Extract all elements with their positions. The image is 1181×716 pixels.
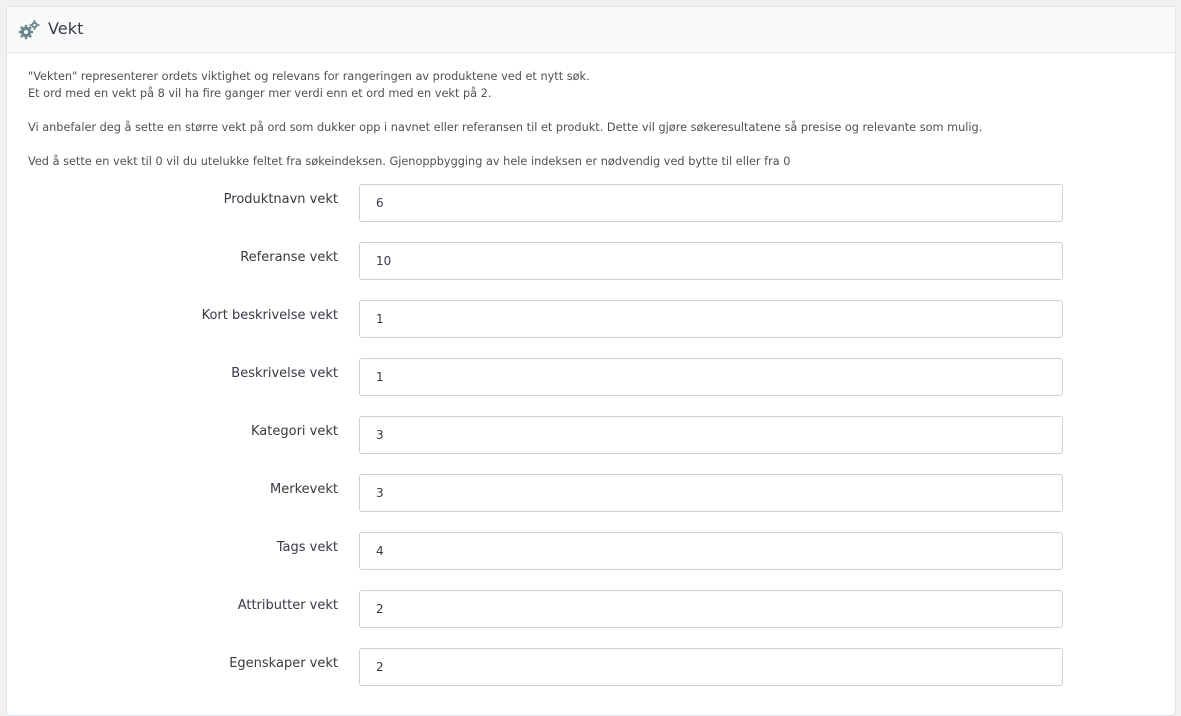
description-weight-input[interactable] bbox=[359, 358, 1063, 396]
attributes-weight-input[interactable] bbox=[359, 590, 1063, 628]
tags-weight-input[interactable] bbox=[359, 532, 1063, 570]
field-row-product-name-weight: Produktnavn vekt bbox=[7, 184, 1177, 222]
field-label: Produktnavn vekt bbox=[223, 192, 338, 207]
field-label: Kort beskrivelse vekt bbox=[201, 308, 338, 323]
field-row-tags-weight: Tags vekt bbox=[7, 532, 1177, 570]
help-line: Vi anbefaler deg å sette en større vekt … bbox=[28, 121, 983, 134]
help-line: Et ord med en vekt på 8 vil ha fire gang… bbox=[28, 87, 492, 100]
field-row-reference-weight: Referanse vekt bbox=[7, 242, 1177, 280]
product-name-weight-input[interactable] bbox=[359, 184, 1063, 222]
field-row-description-weight: Beskrivelse vekt bbox=[7, 358, 1177, 396]
field-label: Referanse vekt bbox=[240, 250, 338, 265]
help-line: "Vekten" representerer ordets viktighet … bbox=[28, 70, 590, 83]
weight-panel: Vekt "Vekten" representerer ordets vikti… bbox=[6, 6, 1176, 716]
field-label: Attributter vekt bbox=[237, 598, 338, 613]
field-label: Egenskaper vekt bbox=[229, 656, 338, 671]
field-label: Tags vekt bbox=[276, 540, 338, 555]
field-label: Kategori vekt bbox=[251, 424, 338, 439]
panel-heading: Vekt bbox=[7, 7, 1175, 53]
field-row-brand-weight: Merkevekt bbox=[7, 474, 1177, 512]
help-text: "Vekten" representerer ordets viktighet … bbox=[28, 68, 1158, 170]
field-label: Beskrivelse vekt bbox=[231, 366, 338, 381]
help-line: Ved å sette en vekt til 0 vil du utelukk… bbox=[28, 155, 791, 168]
field-row-features-weight: Egenskaper vekt bbox=[7, 648, 1177, 686]
short-description-weight-input[interactable] bbox=[359, 300, 1063, 338]
field-label: Merkevekt bbox=[270, 482, 338, 497]
features-weight-input[interactable] bbox=[359, 648, 1063, 686]
panel-title: Vekt bbox=[48, 19, 84, 38]
brand-weight-input[interactable] bbox=[359, 474, 1063, 512]
field-row-category-weight: Kategori vekt bbox=[7, 416, 1177, 454]
field-row-attributes-weight: Attributter vekt bbox=[7, 590, 1177, 628]
cogs-icon bbox=[18, 19, 40, 41]
reference-weight-input[interactable] bbox=[359, 242, 1063, 280]
category-weight-input[interactable] bbox=[359, 416, 1063, 454]
field-row-short-description-weight: Kort beskrivelse vekt bbox=[7, 300, 1177, 338]
